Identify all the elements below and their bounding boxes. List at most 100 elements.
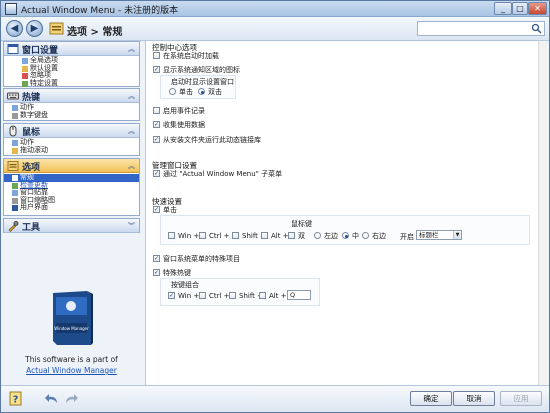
checkbox[interactable]	[199, 232, 206, 239]
hotkey-key-input[interactable]: Q	[287, 290, 311, 300]
sidebar: 窗口设置 ︽ 全局选项 默认设置 忽略项 特定设置 热键 ︽ 动作 数字键盘 鼠…	[1, 41, 142, 385]
checkbox-label: 特殊热键	[163, 269, 191, 277]
checkbox-label: 窗口系统菜单的特殊项目	[163, 255, 240, 263]
sidebar-section-options: 选项 ︽ 常规 检查更新 窗口贴靠 窗口缩略图 用户界面	[3, 158, 140, 216]
checkbox[interactable]	[288, 232, 295, 239]
sidebar-section-header[interactable]: 窗口设置 ︽	[4, 42, 139, 56]
sidebar-section-title: 热键	[22, 93, 41, 103]
scrollbar[interactable]	[538, 41, 547, 385]
checkbox[interactable]	[153, 206, 160, 213]
checkbox-label: Win +	[178, 232, 200, 240]
checkbox[interactable]	[153, 52, 160, 59]
breadcrumb: 选项 > 常规	[67, 27, 123, 38]
promo-link[interactable]: Actual Window Manager	[1, 366, 142, 375]
maximize-button[interactable]: □	[512, 2, 528, 15]
box-brand-text: Window Manager	[54, 326, 89, 331]
promo-panel: Window Manager This software is a part o…	[1, 277, 142, 385]
forward-button[interactable]: ▶	[26, 20, 43, 37]
sidebar-item-default-settings[interactable]: 默认设置	[4, 64, 139, 73]
sidebar-section-header[interactable]: 选项 ︽	[4, 159, 139, 173]
checkbox[interactable]	[232, 232, 239, 239]
checkbox-label: 双	[298, 232, 305, 240]
checkbox[interactable]	[168, 292, 175, 299]
open-label: 开启	[400, 233, 414, 241]
open-target-select[interactable]: 标题栏 ▼	[416, 230, 462, 240]
checkbox[interactable]	[153, 255, 160, 262]
checkbox[interactable]	[153, 136, 160, 143]
dropdown-arrow-icon[interactable]: ▼	[453, 231, 461, 239]
apply-button[interactable]: 应用	[500, 391, 542, 406]
options-icon	[49, 22, 64, 35]
checkbox-label: 显示系统通知区域的图标	[163, 66, 240, 74]
collapse-chevron-icon[interactable]: ︽	[128, 91, 135, 101]
svg-text:?: ?	[13, 395, 19, 406]
back-button[interactable]: ◀	[6, 20, 23, 37]
checkbox[interactable]	[168, 232, 175, 239]
checkbox-label: Alt +	[269, 292, 287, 300]
checkbox-label: 在系统启动时加载	[163, 52, 219, 60]
checkbox[interactable]	[259, 292, 266, 299]
checkbox[interactable]	[153, 121, 160, 128]
checkbox[interactable]	[153, 269, 160, 276]
radio[interactable]	[362, 232, 369, 239]
show-settings-label: 启动时显示设置窗口	[171, 78, 234, 86]
action-icon	[12, 105, 18, 111]
checkbox-label: 启用事件记录	[163, 107, 205, 115]
radio[interactable]	[198, 88, 205, 95]
radio[interactable]	[169, 88, 176, 95]
collapse-chevron-icon[interactable]: ︽	[128, 126, 135, 136]
checkbox[interactable]	[153, 107, 160, 114]
sidebar-section-header[interactable]: 鼠标 ︽	[4, 124, 139, 138]
search-icon[interactable]	[531, 23, 542, 34]
ok-button[interactable]: 确定	[410, 391, 452, 406]
search-input[interactable]	[417, 21, 545, 36]
options-icon	[7, 161, 19, 171]
sidebar-item-ui[interactable]: 用户界面	[4, 203, 139, 212]
sidebar-item-ignore[interactable]: 忽略项	[4, 71, 139, 80]
ui-icon	[12, 205, 18, 211]
redo-icon[interactable]	[64, 393, 78, 405]
checkbox[interactable]	[199, 292, 206, 299]
close-button[interactable]: ✕	[528, 2, 547, 15]
checkbox[interactable]	[153, 170, 160, 177]
help-icon[interactable]: ?	[9, 391, 25, 407]
sidebar-section-title: 选项	[22, 163, 41, 173]
sidebar-section-tools: 工具 ︾	[3, 218, 140, 233]
gear-icon	[22, 58, 28, 64]
mouse-button-label: 鼠标键	[291, 220, 312, 228]
general-icon	[12, 175, 18, 181]
sidebar-item-global-options[interactable]: 全局选项	[4, 56, 139, 65]
radio[interactable]	[314, 232, 321, 239]
sidebar-section-header[interactable]: 热键 ︽	[4, 89, 139, 103]
sidebar-section-mouse: 鼠标 ︽ 动作 拖动滚动	[3, 123, 140, 156]
select-value: 标题栏	[419, 231, 439, 239]
tools-icon	[8, 221, 19, 232]
checkbox[interactable]	[153, 66, 160, 73]
checkbox-label: 从安装文件夹运行此动态链接库	[163, 136, 261, 144]
undo-icon[interactable]	[45, 393, 59, 405]
radio-label: 中	[352, 232, 359, 240]
collapse-chevron-icon[interactable]: ︽	[128, 44, 135, 54]
sidebar-item-numpad[interactable]: 数字键盘	[4, 111, 139, 120]
radio[interactable]	[342, 232, 349, 239]
sidebar-section-header[interactable]: 工具 ︾	[4, 219, 139, 233]
app-icon	[5, 3, 17, 15]
sidebar-item-specific-settings[interactable]: 特定设置	[4, 79, 139, 88]
product-box-image: Window Manager	[53, 291, 93, 345]
mouse-icon	[9, 125, 17, 137]
collapse-chevron-icon[interactable]: ︽	[128, 161, 135, 171]
sidebar-item-drag-scroll[interactable]: 拖动滚动	[4, 146, 139, 155]
radio-label: 右边	[372, 232, 386, 240]
cancel-button[interactable]: 取消	[453, 391, 495, 406]
checkbox[interactable]	[261, 232, 268, 239]
checkbox-label: 单击	[163, 206, 177, 214]
expand-chevron-icon[interactable]: ︾	[128, 221, 135, 231]
checkbox-label: Win +	[178, 292, 200, 300]
minimize-button[interactable]: _	[494, 2, 512, 15]
title-bar: Actual Window Menu - 未注册的版本 _ □ ✕	[1, 1, 549, 17]
window-icon	[7, 44, 19, 54]
snap-icon	[12, 190, 18, 196]
checkbox[interactable]	[229, 292, 236, 299]
radio-label: 单击	[179, 88, 193, 96]
thumbnail-icon	[12, 197, 18, 204]
